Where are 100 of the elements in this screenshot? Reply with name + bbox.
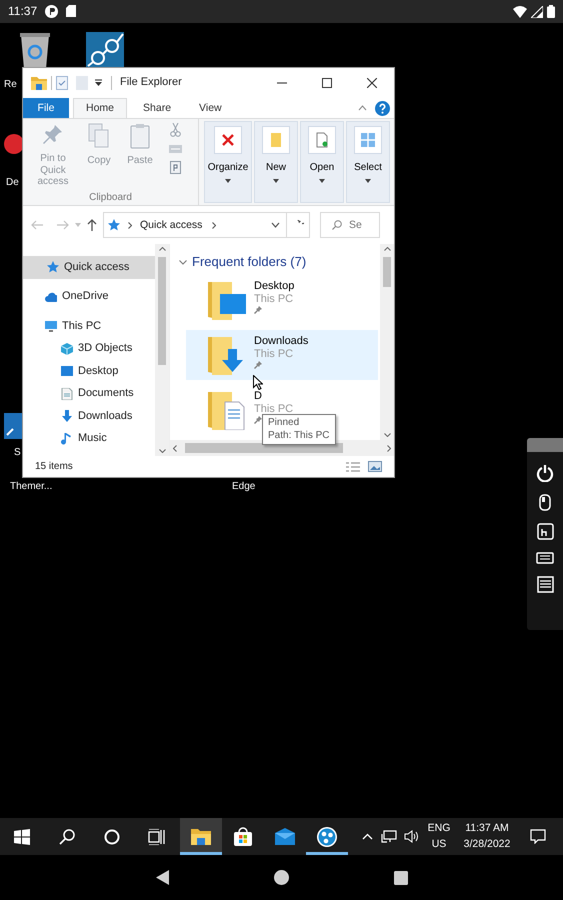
touchpad-icon[interactable] [536,523,554,540]
network-icon [381,830,397,843]
folder-item[interactable]: Downloads This PC [186,330,378,380]
mouse-icon[interactable] [539,494,551,511]
ribbon-tab[interactable]: Share [131,98,184,118]
notification-icon [530,829,546,844]
customize-caret-icon[interactable] [94,79,103,87]
horizontal-scrollbar[interactable] [170,440,394,456]
menu-icon[interactable] [536,576,554,593]
breadcrumb-chevron-icon [212,222,216,228]
desktop-icon-label[interactable]: Re [4,79,17,91]
back-icon[interactable] [156,870,168,885]
music-icon [61,432,73,445]
content-scrollbar[interactable] [380,244,394,440]
nav-item[interactable]: Documents [23,382,155,405]
up-icon[interactable] [87,219,97,231]
document-icon [61,388,73,400]
large-icons-view-icon[interactable] [368,461,382,472]
scroll-right-icon [387,444,391,452]
desktop-icon-label[interactable]: S [14,447,21,459]
home-icon[interactable] [274,870,288,885]
nav-item[interactable]: Desktop [23,360,155,382]
app-icon [4,131,24,157]
dropdown-chevron-icon[interactable] [271,222,280,228]
desktop-icon-label[interactable]: Themer... [10,481,52,493]
pin-icon [254,416,262,424]
molecule-icon [316,826,338,848]
search-icon [59,828,75,844]
details-view-icon[interactable] [346,462,360,472]
maximize-icon [322,78,332,88]
ribbon-group-button[interactable]: Organize [204,121,252,203]
desktop-icon-label[interactable]: De [6,177,19,189]
nav-item[interactable]: Quick access [23,256,155,278]
cloud-icon [45,290,57,303]
close-icon [366,78,376,88]
folder-name: Downloads [254,334,308,348]
nav-item[interactable]: OneDrive [23,286,155,308]
item-count: 15 items [35,460,74,472]
pin-icon [254,306,262,314]
address-bar[interactable]: Quick access [103,212,287,238]
collapse-ribbon-icon[interactable] [358,105,367,111]
scroll-thumb[interactable] [185,443,343,453]
address-path[interactable]: Quick access [140,218,202,232]
ribbon-group-button[interactable]: Open [300,121,344,203]
ribbon-group-button[interactable]: Select [346,121,390,203]
signal-icon [531,6,543,18]
circle-icon [104,828,120,844]
help-icon[interactable] [375,101,390,116]
ribbon-tab[interactable]: View [187,98,234,118]
language-indicator[interactable]: ENG US [422,818,456,855]
cube-icon [61,342,73,355]
chevron-up-icon [362,833,372,840]
computer-icon [45,320,57,332]
delete-icon [220,132,236,148]
scroll-thumb[interactable] [158,257,166,365]
group-header[interactable]: Frequent folders (7) [170,254,306,270]
properties-icon[interactable] [56,76,68,90]
nav-item[interactable]: This PC [23,315,155,338]
download-icon [61,410,73,422]
file-menu-button[interactable]: File [23,98,69,118]
properties-icon [314,132,330,148]
breadcrumb-chevron-icon [128,222,132,228]
caret-icon [365,179,371,183]
folder-location: This PC [254,402,294,416]
nav-item[interactable]: Downloads [23,405,155,428]
keyboard-icon[interactable] [536,552,554,564]
nav-item[interactable]: Music [23,428,155,450]
desktop-icon-label[interactable]: Edge [232,481,256,493]
clock-time: 11:37 [8,4,38,19]
folder-item[interactable]: Desktop This PC [186,274,378,325]
folder-name: D [254,390,263,403]
nav-item[interactable]: 3D Objects [23,338,155,360]
wifi-icon [513,6,527,18]
scroll-thumb[interactable] [383,257,391,287]
power-icon[interactable] [536,464,554,482]
recycle-bin-icon [18,31,52,69]
collapse-chevron-icon [179,258,187,266]
taskbar-app[interactable] [180,818,222,855]
shopping-bag-icon [232,826,254,848]
search-field[interactable]: Se [320,212,380,238]
nav-scrollbar[interactable] [155,244,169,456]
ribbon-tab[interactable]: Home [73,98,128,118]
scroll-down-icon [158,449,166,453]
sd-card-icon [66,5,76,18]
notification-icon [45,4,58,18]
folder-icon [31,76,47,90]
battery-icon [547,5,555,18]
window-title: File Explorer [120,76,183,90]
star-icon [108,219,120,231]
task-view-icon [148,828,166,844]
scroll-up-icon [158,247,166,251]
select-all-icon [360,132,376,148]
speaker-icon [404,830,418,843]
ribbon-group-button[interactable]: New [254,121,298,203]
toolbar-header [527,438,563,452]
paste-shortcut-icon[interactable] [170,161,180,174]
clock[interactable]: 11:37 AM 3/28/2022 [456,818,518,855]
recents-icon[interactable] [394,870,408,884]
envelope-icon [274,826,296,848]
folder-location: This PC [254,292,294,306]
